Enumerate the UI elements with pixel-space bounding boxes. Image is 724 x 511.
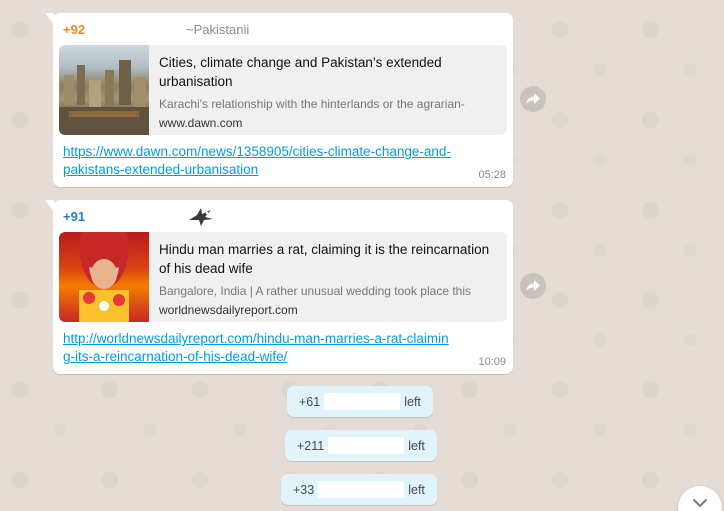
forward-icon xyxy=(526,93,540,105)
message-link[interactable]: http://worldnewsdailyreport.com/hindu-ma… xyxy=(63,330,503,366)
message-bubble[interactable]: +91 Hindu man marries a rat, claiming it… xyxy=(45,200,513,374)
notice-action: left xyxy=(408,438,425,453)
notice-phone: +33 xyxy=(293,482,315,497)
preview-description: Bangalore, India | A rather unusual wedd… xyxy=(159,284,471,298)
system-notice: +211 left xyxy=(285,430,437,461)
preview-thumbnail xyxy=(59,232,149,322)
bird-icon xyxy=(189,208,213,226)
notice-phone: +61 xyxy=(299,394,321,409)
link-preview[interactable]: Hindu man marries a rat, claiming it is … xyxy=(59,232,507,322)
sender-phone[interactable]: +91 xyxy=(63,209,85,224)
notice-action: left xyxy=(404,394,421,409)
link-preview[interactable]: Cities, climate change and Pakistan’s ex… xyxy=(59,45,507,135)
groom-image xyxy=(79,238,129,322)
bubble-tail xyxy=(45,13,54,25)
sender-phone[interactable]: +92 xyxy=(63,22,85,37)
chevron-down-icon xyxy=(693,499,707,508)
sender-name: ~Pakistanii xyxy=(186,22,250,37)
message-time: 10:09 xyxy=(478,356,506,368)
forward-button[interactable] xyxy=(520,273,546,299)
city-skyline-image xyxy=(59,60,149,135)
redacted-name xyxy=(328,437,405,454)
message-bubble[interactable]: +92 ~Pakistanii Cities, climate change a… xyxy=(45,13,513,187)
forward-button[interactable] xyxy=(520,86,546,112)
system-notice: +33 left xyxy=(281,474,437,505)
redacted-name xyxy=(318,481,405,498)
forward-icon xyxy=(526,280,540,292)
preview-thumbnail xyxy=(59,45,149,135)
preview-title: Cities, climate change and Pakistan’s ex… xyxy=(159,55,442,89)
preview-title: Hindu man marries a rat, claiming it is … xyxy=(159,242,490,276)
preview-description: Karachi's relationship with the hinterla… xyxy=(159,97,465,111)
redacted-name xyxy=(324,393,401,410)
preview-site: www.dawn.com xyxy=(159,116,243,130)
notice-phone: +211 xyxy=(297,438,325,453)
system-notice: +61 left xyxy=(287,386,433,417)
message-link[interactable]: https://www.dawn.com/news/1358905/cities… xyxy=(63,143,503,179)
bubble-tail xyxy=(45,200,54,212)
message-time: 05:28 xyxy=(478,169,506,181)
preview-site: worldnewsdailyreport.com xyxy=(159,303,298,317)
notice-action: left xyxy=(408,482,425,497)
